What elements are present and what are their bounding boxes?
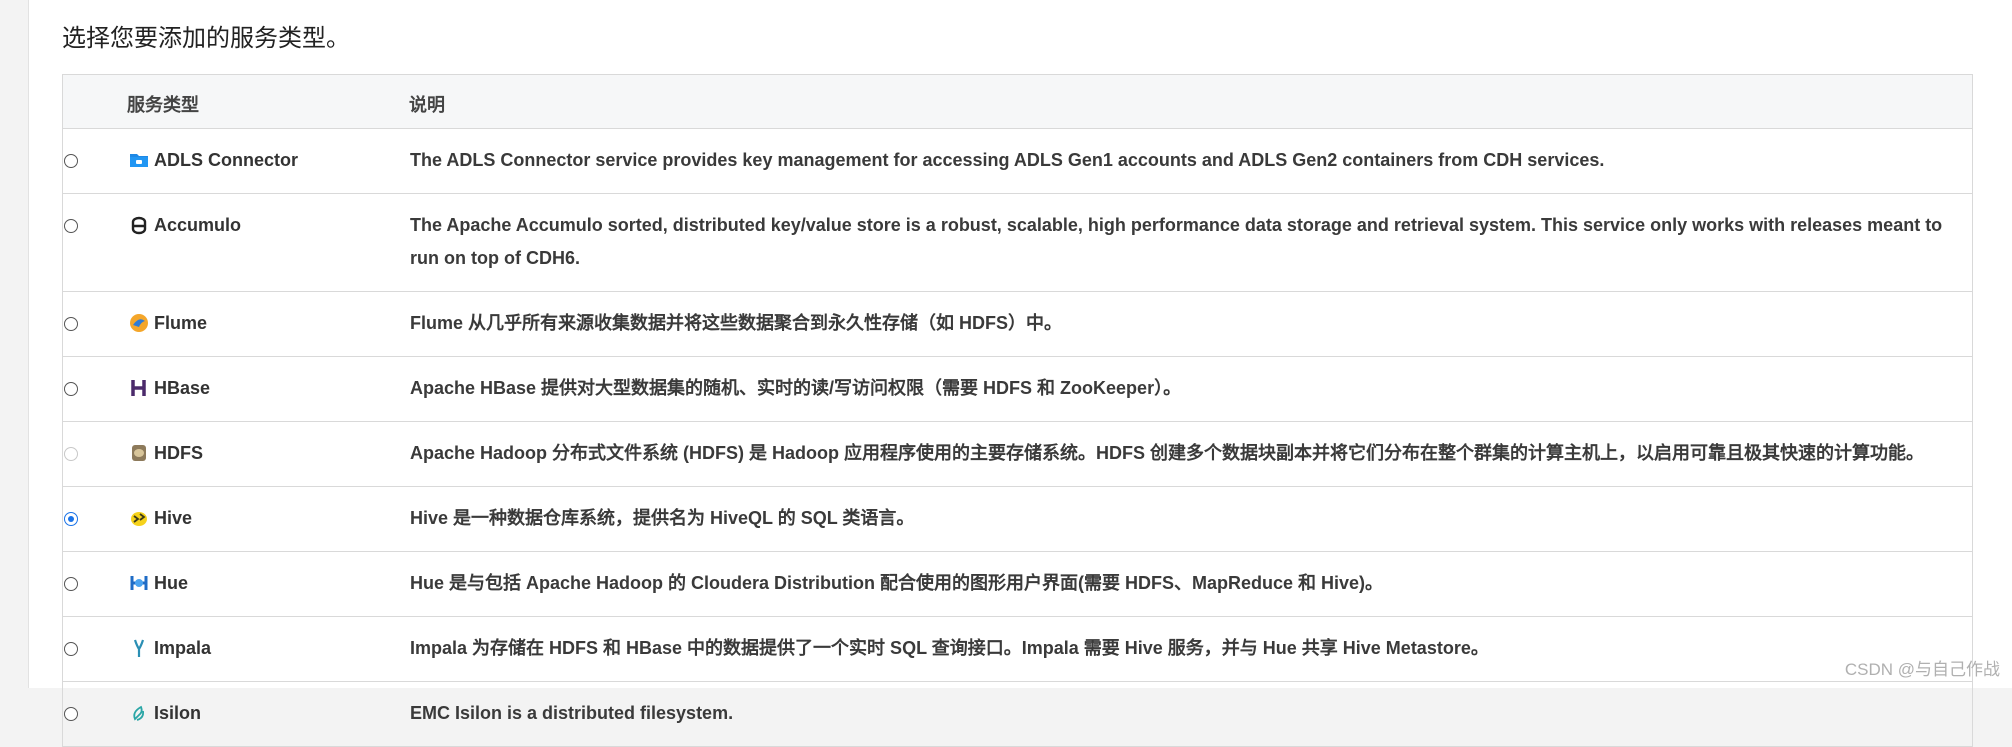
header-description: 说明 — [409, 75, 1973, 129]
service-name: Flume — [154, 313, 207, 333]
accumulo-icon — [128, 214, 150, 236]
table-row[interactable]: ADLS Connector The ADLS Connector servic… — [63, 129, 1973, 194]
watermark: CSDN @与自己作战 — [1845, 655, 2000, 680]
service-radio[interactable] — [64, 577, 78, 591]
service-name: Accumulo — [154, 215, 241, 235]
service-description: Hive 是一种数据仓库系统，提供名为 HiveQL 的 SQL 类语言。 — [409, 487, 1973, 552]
service-radio[interactable] — [64, 642, 78, 656]
service-type-table: 服务类型 说明 ADLS Connector The ADLS Connecto… — [62, 74, 1973, 747]
service-name: HDFS — [154, 443, 203, 463]
service-radio[interactable] — [64, 154, 78, 168]
table-row[interactable]: HBase Apache HBase 提供对大型数据集的随机、实时的读/写访问权… — [63, 357, 1973, 422]
service-description: Hue 是与包括 Apache Hadoop 的 Cloudera Distri… — [409, 552, 1973, 617]
service-description: Apache HBase 提供对大型数据集的随机、实时的读/写访问权限（需要 H… — [409, 357, 1973, 422]
header-service-type: 服务类型 — [127, 75, 409, 129]
header-select — [63, 75, 128, 129]
service-radio[interactable] — [64, 382, 78, 396]
service-name: Impala — [154, 638, 211, 658]
left-gutter — [0, 0, 29, 688]
service-description: The ADLS Connector service provides key … — [409, 129, 1973, 194]
service-radio[interactable] — [64, 219, 78, 233]
service-name: Hue — [154, 573, 188, 593]
service-radio — [64, 447, 78, 461]
table-row[interactable]: Hue Hue 是与包括 Apache Hadoop 的 Cloudera Di… — [63, 552, 1973, 617]
table-body: ADLS Connector The ADLS Connector servic… — [63, 129, 1973, 747]
table-header: 服务类型 说明 — [63, 75, 1973, 129]
isilon-icon — [128, 702, 150, 724]
service-name: Hive — [154, 508, 192, 528]
flume-icon — [128, 312, 150, 334]
hbase-icon — [128, 377, 150, 399]
adls-folder-icon — [128, 149, 150, 171]
service-description: Impala 为存储在 HDFS 和 HBase 中的数据提供了一个实时 SQL… — [409, 617, 1973, 682]
page-title: 选择您要添加的服务类型。 — [62, 18, 350, 53]
impala-icon — [128, 637, 150, 659]
hue-icon — [128, 572, 150, 594]
table-row[interactable]: Accumulo The Apache Accumulo sorted, dis… — [63, 194, 1973, 292]
service-description: The Apache Accumulo sorted, distributed … — [409, 194, 1973, 292]
table-row[interactable]: HDFS Apache Hadoop 分布式文件系统 (HDFS) 是 Hado… — [63, 422, 1973, 487]
table-row[interactable]: Isilon EMC Isilon is a distributed files… — [63, 682, 1973, 747]
service-radio[interactable] — [64, 707, 78, 721]
table-row[interactable]: Hive Hive 是一种数据仓库系统，提供名为 HiveQL 的 SQL 类语… — [63, 487, 1973, 552]
service-radio[interactable] — [64, 512, 78, 526]
table-row[interactable]: Impala Impala 为存储在 HDFS 和 HBase 中的数据提供了一… — [63, 617, 1973, 682]
table-row[interactable]: Flume Flume 从几乎所有来源收集数据并将这些数据聚合到永久性存储（如 … — [63, 292, 1973, 357]
service-name: ADLS Connector — [154, 150, 298, 170]
hive-bee-icon — [128, 507, 150, 529]
service-name: HBase — [154, 378, 210, 398]
service-description: Flume 从几乎所有来源收集数据并将这些数据聚合到永久性存储（如 HDFS）中… — [409, 292, 1973, 357]
hdfs-icon — [128, 442, 150, 464]
service-name: Isilon — [154, 703, 201, 723]
service-radio[interactable] — [64, 317, 78, 331]
service-description: Apache Hadoop 分布式文件系统 (HDFS) 是 Hadoop 应用… — [409, 422, 1973, 487]
service-description: EMC Isilon is a distributed filesystem. — [409, 682, 1973, 747]
